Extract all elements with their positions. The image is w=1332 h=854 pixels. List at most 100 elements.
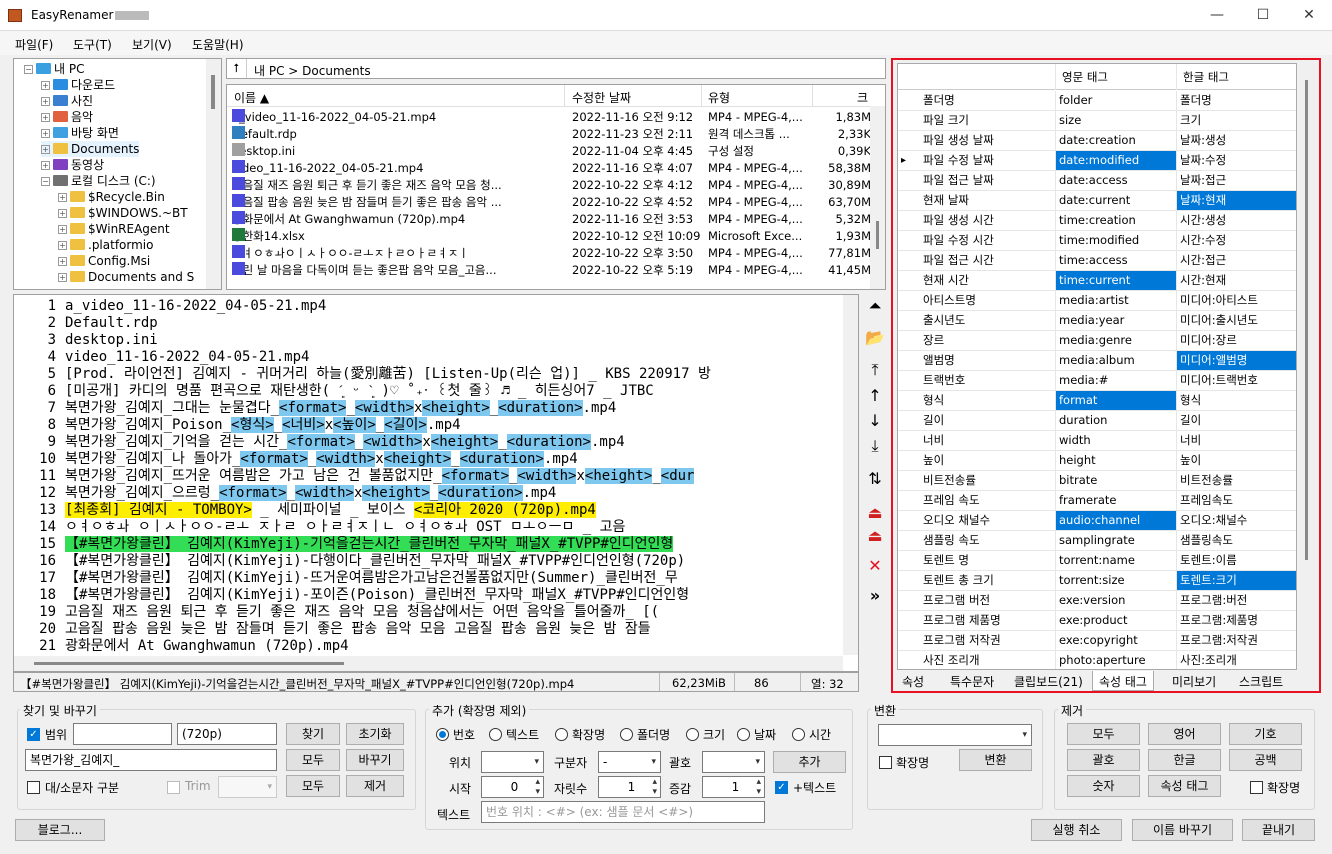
remove-english-button[interactable]: 영어 bbox=[1148, 723, 1221, 745]
menu-help[interactable]: 도움말(H) bbox=[192, 36, 244, 53]
tag-en[interactable]: date:access bbox=[1056, 171, 1177, 190]
tag-ko[interactable]: 높이 bbox=[1177, 451, 1296, 470]
remove-parens-button[interactable]: 괄호 bbox=[1067, 749, 1140, 771]
tag-row[interactable]: 현재 날짜 date:current 날짜:현재 bbox=[898, 191, 1296, 211]
tag-row[interactable]: 아티스트명 media:artist 미디어:아티스트 bbox=[898, 291, 1296, 311]
tag-en[interactable]: torrent:size bbox=[1056, 571, 1177, 590]
find-button[interactable]: 찾기 bbox=[286, 723, 340, 745]
name-editor[interactable]: 1 a_video_11-16-2022_04-05-21.mp4 2 Default… bbox=[13, 294, 859, 672]
file-row[interactable]: a_video_11-16-2022_04-05-21.mp4 2022-11-1… bbox=[227, 109, 873, 126]
maximize-button[interactable]: ☐ bbox=[1240, 0, 1286, 31]
tag-row[interactable]: 샘플링 속도 samplingrate 샘플링속도 bbox=[898, 531, 1296, 551]
tag-ko[interactable]: 프레임속도 bbox=[1177, 491, 1296, 510]
tab-property-tags[interactable]: 속성 태그 bbox=[1092, 671, 1154, 691]
remove-ext-checkbox[interactable] bbox=[1250, 781, 1263, 794]
expand-icon[interactable]: + bbox=[58, 193, 67, 202]
tag-row[interactable]: 비트전송률 bitrate 비트전송률 bbox=[898, 471, 1296, 491]
radio-date[interactable] bbox=[737, 728, 750, 741]
file-row[interactable]: 고음질 재즈 음원 퇴근 후 듣기 좋은 재즈 음악 모음 청... 2022-1… bbox=[227, 177, 873, 194]
convert-select[interactable]: ▾ bbox=[878, 724, 1032, 746]
tag-en[interactable]: time:creation bbox=[1056, 211, 1177, 230]
editor-line[interactable]: 16 【#복면가왕클린】 김예지(KimYeji)-다행이다_클린버전_무자막_패… bbox=[14, 553, 844, 570]
expand-icon[interactable]: + bbox=[58, 241, 67, 250]
file-row[interactable]: video_11-16-2022_04-05-21.mp4 2022-11-16 … bbox=[227, 160, 873, 177]
file-row[interactable]: desktop.ini 2022-11-04 오후 4:45 구성 설정 0,39K bbox=[227, 143, 873, 160]
tag-en[interactable]: time:current bbox=[1056, 271, 1177, 290]
tag-en[interactable]: time:access bbox=[1056, 251, 1177, 270]
editor-line[interactable]: 17 【#복면가왕클린】 김예지(KimYeji)-뜨거운여름밤은가고남은건볼품없… bbox=[14, 570, 844, 587]
editor-hscrollbar[interactable] bbox=[14, 656, 843, 671]
tag-ko[interactable]: 형식 bbox=[1177, 391, 1296, 410]
tag-row[interactable]: 프로그램 제품명 exe:product 프로그램:제품명 bbox=[898, 611, 1296, 631]
import-icon[interactable]: ⏏ bbox=[862, 503, 888, 523]
move-down-icon[interactable]: ↓ bbox=[862, 411, 888, 431]
expand-icon[interactable]: + bbox=[41, 81, 50, 90]
tree-item[interactable]: + 음악 bbox=[41, 109, 93, 125]
tag-ko[interactable]: 토렌트:크기 bbox=[1177, 571, 1296, 590]
close-button[interactable]: ✕ bbox=[1286, 0, 1332, 31]
tag-en[interactable]: duration bbox=[1056, 411, 1177, 430]
file-list[interactable]: 이름 ▲ 수정한 날짜 유형 크 a_video_11-16-2022_04-0… bbox=[226, 84, 886, 290]
move-last-icon[interactable]: ⤓ bbox=[862, 436, 888, 456]
tag-en[interactable]: date:modified bbox=[1056, 151, 1177, 170]
tree-item[interactable]: + 동영상 bbox=[41, 157, 104, 173]
col-name-header[interactable]: 이름 ▲ bbox=[234, 89, 269, 106]
tab-clipboard[interactable]: 클립보드(21) bbox=[1014, 673, 1083, 690]
tree-item[interactable]: − 내 PC bbox=[24, 61, 84, 77]
plus-text-checkbox[interactable]: ✓ bbox=[775, 781, 788, 794]
tag-en[interactable]: size bbox=[1056, 111, 1177, 130]
tag-ko[interactable]: 너비 bbox=[1177, 431, 1296, 450]
tag-en[interactable]: format bbox=[1056, 391, 1177, 410]
editor-line[interactable]: 9 복면가왕_김예지_기억을 걷는 시간_<format> _ <width>x<he… bbox=[14, 434, 844, 451]
tag-row[interactable]: 폴더명 folder 폴더명 bbox=[898, 91, 1296, 111]
convert-button[interactable]: 변환 bbox=[959, 749, 1032, 771]
tag-ko[interactable]: 비트전송률 bbox=[1177, 471, 1296, 490]
tab-properties[interactable]: 속성 bbox=[902, 673, 924, 690]
expand-icon[interactable]: + bbox=[41, 129, 50, 138]
col-date-header[interactable]: 수정한 날짜 bbox=[572, 89, 631, 106]
add-text-input[interactable]: 번호 위치 : <#> (ex: 샘플 문서 <#>) bbox=[481, 801, 765, 823]
move-top-double-icon[interactable]: ⏶ bbox=[862, 296, 888, 316]
editor-line[interactable]: 4 video_11-16-2022_04-05-21.mp4 bbox=[14, 349, 844, 366]
tag-en[interactable]: media:genre bbox=[1056, 331, 1177, 350]
editor-line[interactable]: 18 【#복면가왕클린】 김예지(KimYeji)-포이즌(Poison)_클린버… bbox=[14, 587, 844, 604]
remove-all-chars-button[interactable]: 모두 bbox=[1067, 723, 1140, 745]
collapse-icon[interactable]: − bbox=[24, 65, 33, 74]
radio-size[interactable] bbox=[686, 728, 699, 741]
tag-row[interactable]: 너비 width 너비 bbox=[898, 431, 1296, 451]
tag-en[interactable]: width bbox=[1056, 431, 1177, 450]
minimize-button[interactable]: — bbox=[1194, 0, 1240, 31]
tag-row[interactable]: ▸ 파일 수정 날짜 date:modified 날짜:수정 bbox=[898, 151, 1296, 171]
editor-line[interactable]: 2 Default.rdp bbox=[14, 315, 844, 332]
tag-ko[interactable]: 길이 bbox=[1177, 411, 1296, 430]
tag-en[interactable]: media:year bbox=[1056, 311, 1177, 330]
tree-item[interactable]: + Config.Msi bbox=[58, 253, 150, 269]
tag-row[interactable]: 장르 media:genre 미디어:장르 bbox=[898, 331, 1296, 351]
editor-line[interactable]: 13 [최종회] 김예지 - TOMBOY> _ 세미파이널 _ 보이스 <코리아… bbox=[14, 502, 844, 519]
remove-spaces-button[interactable]: 공백 bbox=[1229, 749, 1302, 771]
tag-ko[interactable]: 미디어:장르 bbox=[1177, 331, 1296, 350]
tag-en[interactable]: photo:aperture bbox=[1056, 651, 1177, 669]
replace-input[interactable]: 복면가왕_김예지_ bbox=[25, 749, 277, 771]
remove-all-button[interactable]: 모두 bbox=[286, 775, 340, 797]
folder-tree[interactable]: − 내 PC + 다운로드 + 사진 + 음악 + 바탕 화면 + Documents + 동영상 − 로컬 … bbox=[13, 58, 222, 290]
replace-all-button[interactable]: 모두 bbox=[286, 749, 340, 771]
tag-row[interactable]: 파일 수정 시간 time:modified 시간:수정 bbox=[898, 231, 1296, 251]
tag-row[interactable]: 오디오 채널수 audio:channel 오디오:채널수 bbox=[898, 511, 1296, 531]
radio-number[interactable] bbox=[436, 728, 449, 741]
tag-row[interactable]: 길이 duration 길이 bbox=[898, 411, 1296, 431]
file-row[interactable]: Default.rdp 2022-11-23 오전 2:11 원격 데스크톱 ...… bbox=[227, 126, 873, 143]
tag-row[interactable]: 파일 접근 시간 time:access 시간:접근 bbox=[898, 251, 1296, 271]
tree-item[interactable]: + 바탕 화면 bbox=[41, 125, 119, 141]
tag-ko[interactable]: 날짜:수정 bbox=[1177, 151, 1296, 170]
tag-ko[interactable]: 시간:생성 bbox=[1177, 211, 1296, 230]
tag-en[interactable]: media:# bbox=[1056, 371, 1177, 390]
separator-select[interactable]: - ▾ bbox=[598, 751, 661, 773]
tag-en[interactable]: framerate bbox=[1056, 491, 1177, 510]
tag-ko[interactable]: 크기 bbox=[1177, 111, 1296, 130]
editor-line[interactable]: 11 복면가왕_김예지_뜨거운 여름밤은 가고 남은 건 볼품없지만_<forma… bbox=[14, 468, 844, 485]
editor-line[interactable]: 8 복면가왕_김예지_Poison_<형식>_<너비>x<높이>_<길이>.mp4 bbox=[14, 417, 844, 434]
tag-row[interactable]: 프레임 속도 framerate 프레임속도 bbox=[898, 491, 1296, 511]
expand-icon[interactable]: + bbox=[41, 145, 50, 154]
tag-row[interactable]: 트랙번호 media:# 미디어:트랙번호 bbox=[898, 371, 1296, 391]
